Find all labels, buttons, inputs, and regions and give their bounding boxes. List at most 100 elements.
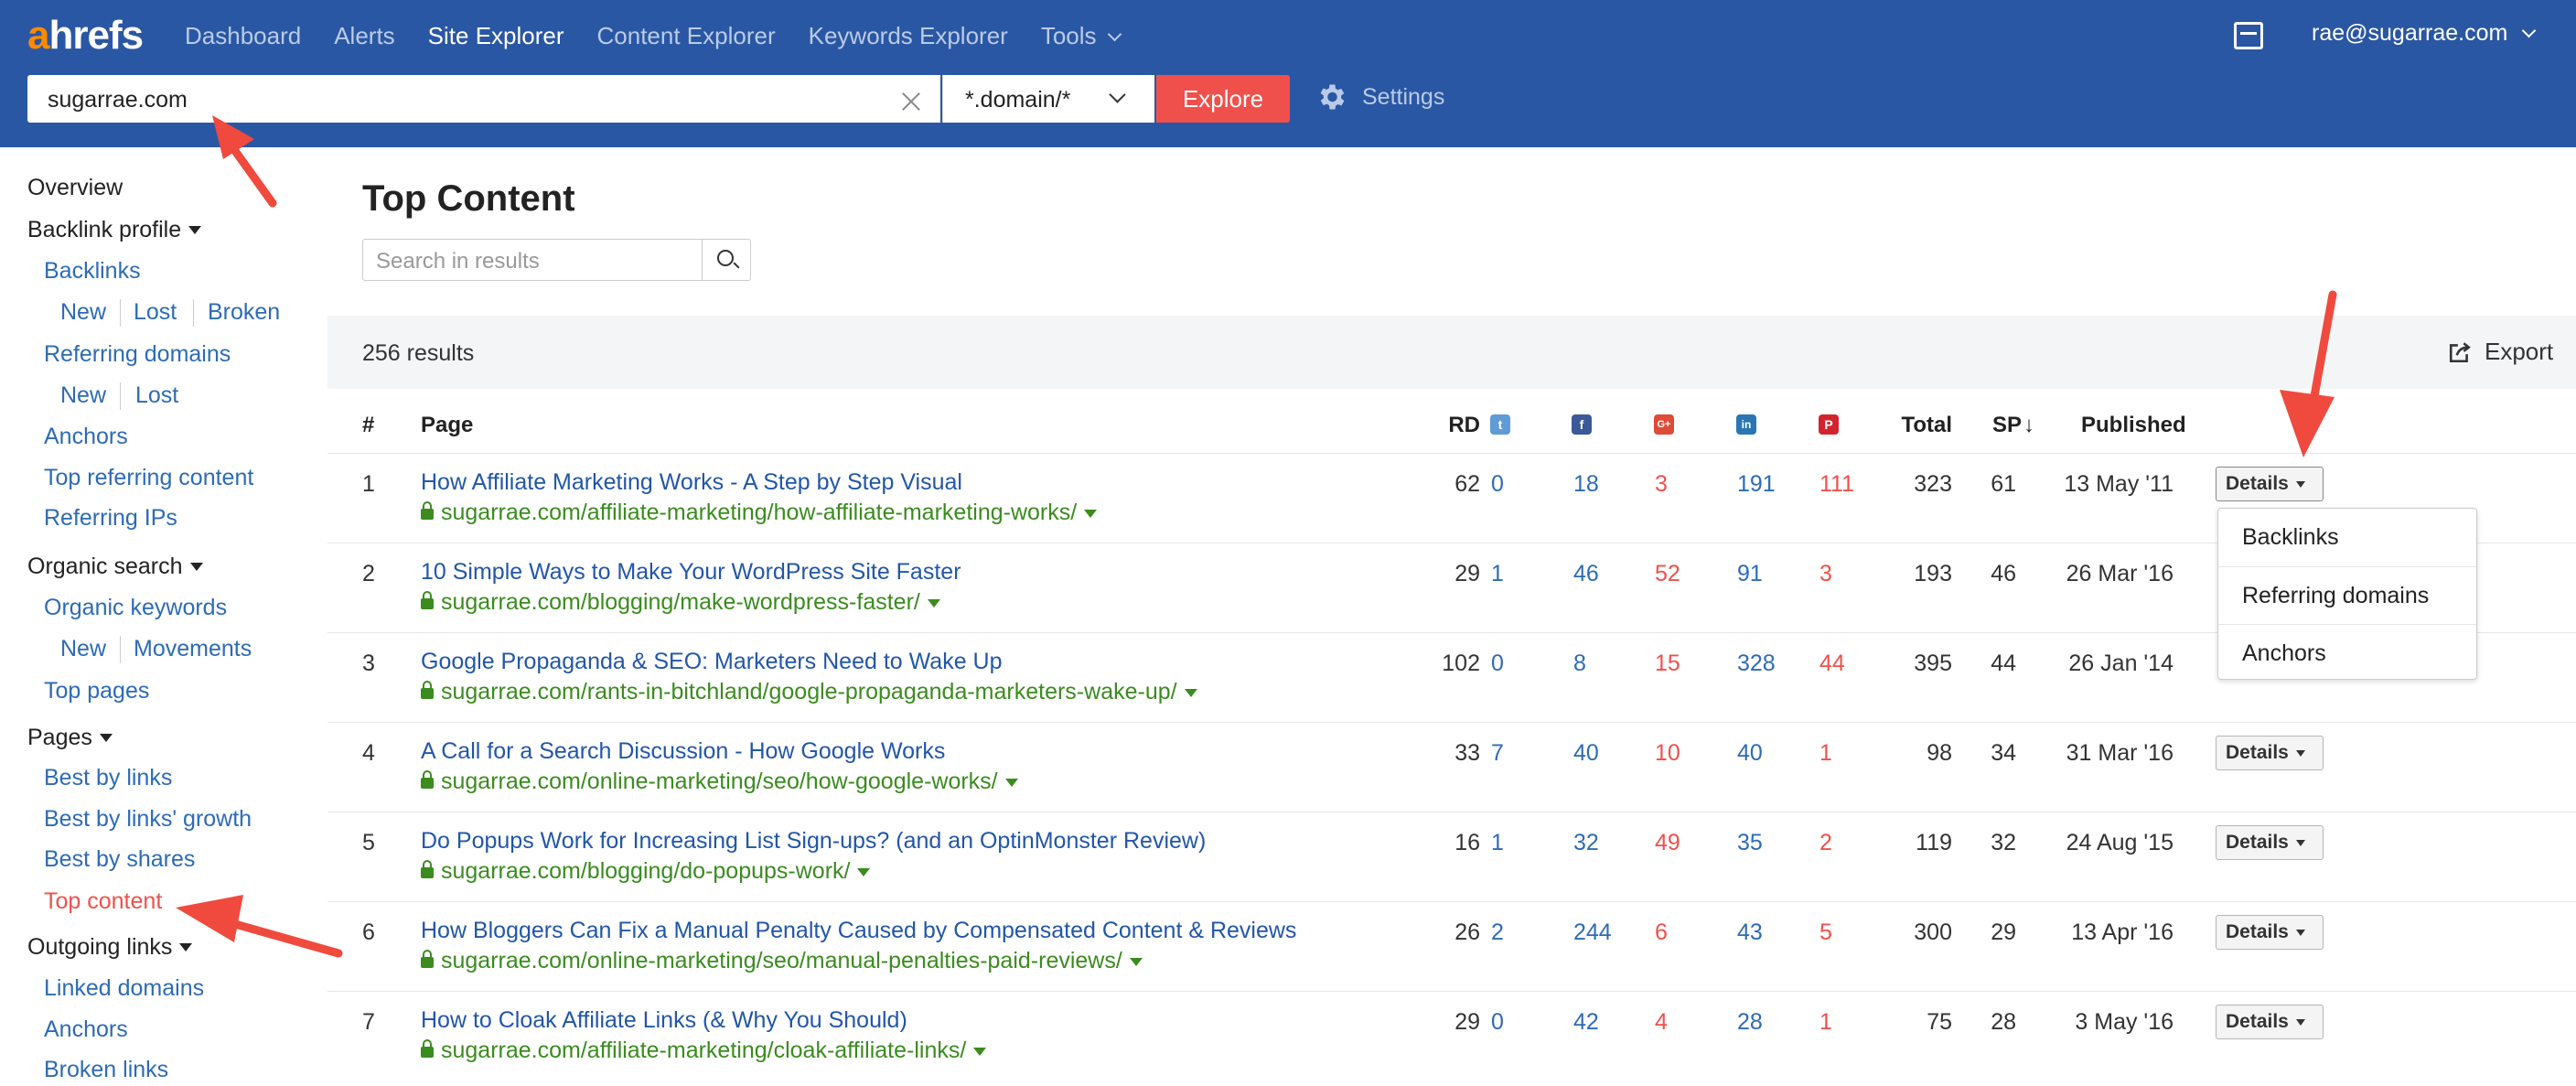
user-menu[interactable]: rae@sugarrae.com bbox=[2312, 20, 2537, 47]
row-linkedin[interactable]: 28 bbox=[1737, 1009, 1763, 1036]
row-facebook[interactable]: 40 bbox=[1573, 740, 1599, 767]
col-header-rd[interactable]: RD bbox=[1425, 413, 1480, 438]
twitter-icon[interactable]: t bbox=[1490, 414, 1510, 435]
sidebar-top-content[interactable]: Top content bbox=[44, 888, 162, 915]
menu-item-referring-domains[interactable]: Referring domains bbox=[2218, 566, 2476, 623]
row-twitter[interactable]: 7 bbox=[1491, 740, 1504, 767]
row-linkedin[interactable]: 40 bbox=[1737, 740, 1763, 767]
row-facebook[interactable]: 8 bbox=[1573, 651, 1586, 677]
sidebar-keywords-movements[interactable]: Movements bbox=[134, 636, 252, 662]
row-twitter[interactable]: 0 bbox=[1491, 471, 1504, 498]
col-header-page[interactable]: Page bbox=[421, 413, 473, 438]
row-pinterest[interactable]: 2 bbox=[1819, 830, 1832, 856]
row-twitter[interactable]: 0 bbox=[1491, 651, 1504, 677]
details-button[interactable]: Details bbox=[2216, 467, 2324, 501]
row-linkedin[interactable]: 35 bbox=[1737, 830, 1763, 856]
nav-keywords-explorer[interactable]: Keywords Explorer bbox=[809, 22, 1008, 50]
row-title-link[interactable]: 10 Simple Ways to Make Your WordPress Si… bbox=[421, 559, 961, 586]
nav-site-explorer[interactable]: Site Explorer bbox=[428, 22, 564, 50]
clear-icon[interactable] bbox=[901, 91, 921, 112]
row-twitter[interactable]: 1 bbox=[1491, 561, 1504, 587]
row-twitter[interactable]: 1 bbox=[1491, 830, 1504, 856]
sidebar-outgoing-anchors[interactable]: Anchors bbox=[44, 1016, 128, 1043]
details-button[interactable]: Details bbox=[2216, 915, 2324, 950]
row-linkedin[interactable]: 328 bbox=[1737, 651, 1776, 677]
sidebar-best-by-links[interactable]: Best by links bbox=[44, 765, 172, 791]
col-header-published[interactable]: Published bbox=[2081, 413, 2186, 438]
details-button[interactable]: Details bbox=[2216, 825, 2324, 860]
row-title-link[interactable]: How Affiliate Marketing Works - A Step b… bbox=[421, 469, 962, 496]
domain-search-input[interactable]: sugarrae.com bbox=[27, 75, 940, 123]
sidebar-backlink-profile[interactable]: Backlink profile bbox=[27, 217, 202, 243]
row-facebook[interactable]: 18 bbox=[1573, 471, 1599, 498]
sidebar-top-referring-content[interactable]: Top referring content bbox=[44, 465, 253, 491]
row-google-plus[interactable]: 49 bbox=[1655, 830, 1680, 856]
sidebar-backlinks[interactable]: Backlinks bbox=[44, 258, 141, 285]
row-url[interactable]: sugarrae.com/online-marketing/seo/how-go… bbox=[421, 769, 1018, 795]
row-pinterest[interactable]: 111 bbox=[1819, 471, 1854, 498]
sidebar-refdomains-new[interactable]: New bbox=[60, 382, 106, 409]
nav-alerts[interactable]: Alerts bbox=[334, 22, 394, 50]
row-title-link[interactable]: How Bloggers Can Fix a Manual Penalty Ca… bbox=[421, 918, 1296, 944]
row-pinterest[interactable]: 1 bbox=[1819, 1009, 1832, 1036]
row-url[interactable]: sugarrae.com/affiliate-marketing/cloak-a… bbox=[421, 1038, 987, 1064]
sidebar-outgoing-links[interactable]: Outgoing links bbox=[27, 934, 193, 961]
row-pinterest[interactable]: 3 bbox=[1819, 561, 1832, 587]
row-google-plus[interactable]: 15 bbox=[1655, 651, 1680, 677]
details-button[interactable]: Details bbox=[2216, 736, 2324, 770]
menu-item-anchors[interactable]: Anchors bbox=[2218, 624, 2476, 681]
pinterest-icon[interactable]: P bbox=[1819, 414, 1839, 435]
row-google-plus[interactable]: 3 bbox=[1655, 471, 1668, 498]
row-linkedin[interactable]: 91 bbox=[1737, 561, 1763, 587]
sidebar-backlinks-broken[interactable]: Broken bbox=[208, 299, 280, 326]
row-google-plus[interactable]: 6 bbox=[1655, 919, 1668, 946]
row-google-plus[interactable]: 4 bbox=[1655, 1009, 1668, 1036]
sidebar-anchors[interactable]: Anchors bbox=[44, 424, 128, 450]
ahrefs-logo[interactable]: ahrefs bbox=[27, 13, 144, 59]
row-url[interactable]: sugarrae.com/blogging/make-wordpress-fas… bbox=[421, 589, 940, 616]
nav-content-explorer[interactable]: Content Explorer bbox=[597, 22, 776, 50]
details-button[interactable]: Details bbox=[2216, 1005, 2324, 1039]
linkedin-icon[interactable]: in bbox=[1736, 414, 1756, 435]
sidebar-best-by-links-growth[interactable]: Best by links' growth bbox=[44, 806, 252, 833]
row-linkedin[interactable]: 191 bbox=[1737, 471, 1776, 498]
sidebar-referring-domains[interactable]: Referring domains bbox=[44, 341, 231, 368]
sidebar-pages[interactable]: Pages bbox=[27, 725, 113, 751]
row-facebook[interactable]: 46 bbox=[1573, 561, 1599, 587]
sidebar-keywords-new[interactable]: New bbox=[60, 636, 106, 662]
row-twitter[interactable]: 0 bbox=[1491, 1009, 1504, 1036]
facebook-icon[interactable]: f bbox=[1572, 414, 1592, 435]
export-button[interactable]: Export bbox=[2448, 338, 2553, 366]
row-facebook[interactable]: 244 bbox=[1573, 919, 1612, 946]
sidebar-broken-links[interactable]: Broken links bbox=[44, 1057, 168, 1083]
row-url[interactable]: sugarrae.com/rants-in-bitchland/google-p… bbox=[421, 679, 1197, 705]
row-pinterest[interactable]: 44 bbox=[1819, 651, 1845, 677]
explore-button[interactable]: Explore bbox=[1156, 75, 1290, 123]
menu-item-backlinks[interactable]: Backlinks bbox=[2218, 509, 2476, 565]
col-header-sp[interactable]: SP↓ bbox=[1992, 413, 2034, 438]
row-google-plus[interactable]: 52 bbox=[1655, 561, 1680, 587]
row-google-plus[interactable]: 10 bbox=[1655, 740, 1680, 767]
sidebar-backlinks-lost[interactable]: Lost bbox=[134, 299, 177, 326]
row-title-link[interactable]: A Call for a Search Discussion - How Goo… bbox=[421, 738, 945, 765]
row-title-link[interactable]: How to Cloak Affiliate Links (& Why You … bbox=[421, 1007, 907, 1034]
sidebar-referring-ips[interactable]: Referring IPs bbox=[44, 505, 177, 532]
nav-dashboard[interactable]: Dashboard bbox=[185, 22, 301, 50]
sidebar-organic-keywords[interactable]: Organic keywords bbox=[44, 595, 227, 621]
sidebar-refdomains-lost[interactable]: Lost bbox=[135, 382, 178, 409]
mode-select[interactable]: *.domain/* bbox=[942, 75, 1154, 123]
sidebar-organic-search[interactable]: Organic search bbox=[27, 554, 203, 580]
sidebar-top-pages[interactable]: Top pages bbox=[44, 678, 149, 704]
inbox-icon[interactable] bbox=[2234, 22, 2263, 49]
row-url[interactable]: sugarrae.com/affiliate-marketing/how-aff… bbox=[421, 500, 1098, 526]
row-pinterest[interactable]: 1 bbox=[1819, 740, 1832, 767]
results-search-input[interactable]: Search in results bbox=[362, 239, 703, 281]
row-title-link[interactable]: Do Popups Work for Increasing List Sign-… bbox=[421, 828, 1206, 855]
settings-button[interactable]: Settings bbox=[1315, 81, 1444, 113]
sidebar-overview[interactable]: Overview bbox=[27, 175, 123, 201]
row-linkedin[interactable]: 43 bbox=[1737, 919, 1763, 946]
google-plus-icon[interactable]: G+ bbox=[1654, 414, 1674, 435]
sidebar-best-by-shares[interactable]: Best by shares bbox=[44, 846, 195, 873]
row-title-link[interactable]: Google Propaganda & SEO: Marketers Need … bbox=[421, 649, 1003, 675]
row-url[interactable]: sugarrae.com/blogging/do-popups-work/ bbox=[421, 858, 871, 885]
